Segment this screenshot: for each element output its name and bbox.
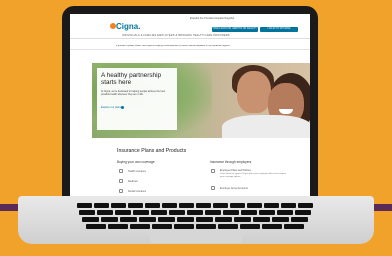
keyboard-key bbox=[240, 224, 260, 229]
keyboard-key bbox=[82, 217, 99, 222]
list-item[interactable]: Medicare bbox=[128, 180, 138, 183]
keyboard-key bbox=[77, 203, 92, 208]
keyboard-key bbox=[215, 217, 232, 222]
keyboard-key bbox=[86, 224, 106, 229]
heart-icon bbox=[119, 169, 123, 173]
keyboard-key bbox=[169, 210, 185, 215]
keyboard-key bbox=[79, 210, 95, 215]
alert-banner: Important Update: Learn how Cigna is hel… bbox=[116, 45, 230, 47]
keyboard-key bbox=[281, 203, 296, 208]
keyboard-key bbox=[262, 224, 282, 229]
medicare-icon bbox=[119, 179, 123, 183]
section-title: Insurance Plans and Products bbox=[117, 148, 187, 154]
main-nav[interactable]: INDIVIDUALS & FAMILIES EMPLOYERS & BROKE… bbox=[122, 34, 230, 37]
keyboard-key bbox=[264, 203, 279, 208]
left-column-heading: Buying your own coverage bbox=[117, 160, 155, 164]
keyboard-key bbox=[196, 203, 211, 208]
laptop-screen: Cigna. Español For Providers Español Esp… bbox=[70, 14, 310, 200]
keyboard-key bbox=[174, 224, 194, 229]
keyboard-key bbox=[230, 203, 245, 208]
keyboard-key bbox=[259, 210, 275, 215]
keyboard-key bbox=[205, 210, 221, 215]
hero-link[interactable]: Explore our plans bbox=[101, 106, 121, 109]
keyboard-key bbox=[291, 217, 308, 222]
keyboard-key bbox=[101, 217, 118, 222]
right-column-heading: Insurance through employers bbox=[210, 160, 252, 164]
keyboard-key bbox=[298, 203, 313, 208]
list-item[interactable]: Employer Group Accounts bbox=[220, 187, 248, 190]
hero-card: A healthy partnership starts here At Cig… bbox=[97, 68, 177, 130]
keyboard-key bbox=[162, 203, 177, 208]
right-item-description: Learn about the types of Cigna plans you… bbox=[220, 173, 287, 178]
keyboard-key bbox=[139, 217, 156, 222]
arrow-circle-icon[interactable] bbox=[121, 106, 124, 109]
nav-divider bbox=[70, 38, 310, 39]
keyboard-key bbox=[177, 217, 194, 222]
keyboard-key bbox=[151, 210, 167, 215]
keyboard-key bbox=[295, 210, 311, 215]
keyboard-key bbox=[187, 210, 203, 215]
login-button[interactable]: LOG IN TO MYCIGNA bbox=[260, 27, 298, 32]
keyboard-key bbox=[234, 217, 251, 222]
hero-child-face bbox=[237, 71, 271, 113]
keyboard-key bbox=[152, 224, 172, 229]
keyboard-key bbox=[284, 224, 304, 229]
keyboard-key bbox=[218, 224, 238, 229]
keyboard-key bbox=[94, 203, 109, 208]
briefcase-icon bbox=[211, 169, 215, 173]
hero-shirt bbox=[222, 115, 310, 138]
keyboard-key bbox=[145, 203, 160, 208]
keyboard-key bbox=[133, 210, 149, 215]
keyboard-key bbox=[241, 210, 257, 215]
keyboard-key bbox=[196, 224, 216, 229]
keyboard-key bbox=[128, 203, 143, 208]
top-links[interactable]: Español For Providers Español Español bbox=[190, 17, 234, 20]
keyboard-key bbox=[130, 224, 150, 229]
list-item[interactable]: Employee Plans and Policies bbox=[220, 169, 251, 172]
keyboard-key bbox=[108, 224, 128, 229]
keyboard bbox=[56, 201, 336, 231]
keyboard-key bbox=[272, 217, 289, 222]
trackpad bbox=[150, 233, 242, 243]
list-item[interactable]: Dental Insurance bbox=[128, 190, 146, 193]
list-item[interactable]: Health Insurance bbox=[128, 170, 146, 173]
keyboard-key bbox=[111, 203, 126, 208]
site-logo[interactable]: Cigna. bbox=[116, 22, 140, 31]
group-icon bbox=[211, 186, 215, 190]
keyboard-key bbox=[253, 217, 270, 222]
keyboard-key bbox=[196, 217, 213, 222]
alert-divider bbox=[70, 49, 310, 50]
keyboard-key bbox=[158, 217, 175, 222]
hero-title: A healthy partnership starts here bbox=[101, 72, 162, 87]
keyboard-key bbox=[277, 210, 293, 215]
keyboard-key bbox=[179, 203, 194, 208]
keyboard-key bbox=[247, 203, 262, 208]
keyboard-key bbox=[97, 210, 113, 215]
keyboard-key bbox=[213, 203, 228, 208]
hero-text: At Cigna, we're dedicated to helping peo… bbox=[101, 90, 166, 97]
find-doctor-button[interactable]: FIND A DOCTOR, DENTIST OR FACILITY bbox=[212, 27, 258, 32]
keyboard-key bbox=[115, 210, 131, 215]
tooth-icon bbox=[119, 189, 123, 193]
keyboard-key bbox=[223, 210, 239, 215]
keyboard-key bbox=[120, 217, 137, 222]
